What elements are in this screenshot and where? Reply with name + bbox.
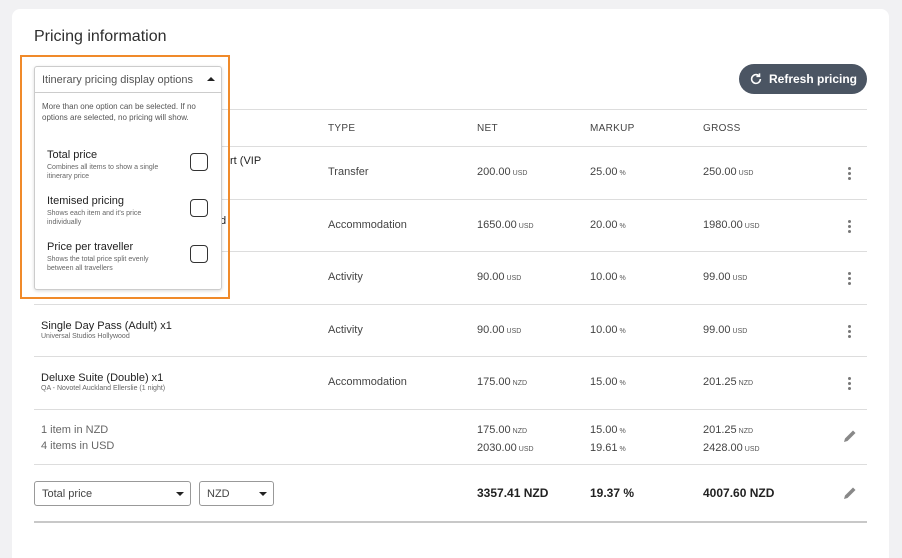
column-type: TYPE — [328, 123, 356, 134]
row-markup: 20.00% — [590, 219, 626, 231]
column-markup: MARKUP — [590, 123, 635, 134]
summary-counts: 1 item in NZD 4 items in USD — [41, 424, 115, 452]
refresh-pricing-label: Refresh pricing — [768, 72, 858, 86]
row-type: Activity — [328, 271, 363, 283]
row-name: Deluxe Suite (Double) x1 — [41, 372, 164, 384]
more-options-icon[interactable] — [848, 167, 852, 182]
refresh-icon — [750, 73, 762, 85]
pricing-display-select[interactable]: Total price — [34, 481, 191, 506]
row-type: Transfer — [328, 166, 369, 178]
row-gross: 99.00 USD — [703, 324, 748, 336]
summary-gross: 201.25 NZD 2428.00 USD — [703, 424, 760, 454]
total-markup: 19.37 % — [590, 486, 635, 500]
row-product: Deluxe Suite (Double) x1 QA - Novotel Au… — [41, 372, 165, 392]
edit-pencil-icon[interactable] — [842, 428, 858, 444]
chevron-down-icon — [259, 492, 267, 496]
row-product: Single Day Pass (Adult) x1 Universal Stu… — [41, 320, 172, 340]
edit-pencil-icon[interactable] — [842, 485, 858, 501]
row-net: 1650.00 USD — [477, 219, 534, 231]
row-markup: 25.00% — [590, 166, 626, 178]
row-net: 90.00 USD — [477, 324, 522, 336]
row-gross: 1980.00 USD — [703, 219, 760, 231]
row-type: Accommodation — [328, 219, 407, 231]
more-options-icon[interactable] — [848, 220, 852, 235]
row-gross: 201.25 NZD — [703, 376, 754, 388]
row-supplier: Universal Studios Hollywood — [41, 333, 130, 340]
row-net: 90.00 USD — [477, 271, 522, 283]
more-options-icon[interactable] — [848, 272, 852, 287]
row-gross: 250.00 USD — [703, 166, 754, 178]
refresh-pricing-button[interactable]: Refresh pricing — [739, 64, 867, 94]
total-gross: 4007.60 NZD — [703, 486, 775, 500]
row-name: rt (VIP — [230, 155, 262, 167]
row-name: Single Day Pass (Adult) x1 — [41, 320, 172, 332]
more-options-icon[interactable] — [848, 377, 852, 392]
row-markup: 15.00% — [590, 376, 626, 388]
summary-net: 175.00 NZD 2030.00 USD — [477, 424, 534, 454]
column-net: NET — [477, 123, 498, 134]
row-gross: 99.00 USD — [703, 271, 748, 283]
row-type: Activity — [328, 324, 363, 336]
column-gross: GROSS — [703, 123, 741, 134]
focus-highlight — [20, 55, 230, 299]
row-net: 175.00 NZD — [477, 376, 528, 388]
row-type: Accommodation — [328, 376, 407, 388]
divider — [34, 521, 867, 523]
summary-row: 1 item in NZD 4 items in USD 175.00 NZD 2… — [34, 410, 867, 465]
table-row: Deluxe Suite (Double) x1 QA - Novotel Au… — [34, 357, 867, 410]
page-title: Pricing information — [34, 28, 167, 45]
total-net: 3357.41 NZD — [477, 486, 549, 500]
row-markup: 10.00% — [590, 324, 626, 336]
more-options-icon[interactable] — [848, 325, 852, 340]
table-row: Single Day Pass (Adult) x1 Universal Stu… — [34, 305, 867, 357]
row-supplier: QA - Novotel Auckland Ellerslie (1 night… — [41, 385, 166, 392]
row-net: 200.00 USD — [477, 166, 528, 178]
currency-select[interactable]: NZD — [199, 481, 274, 506]
summary-markup: 15.00% 19.61% — [590, 424, 626, 454]
row-markup: 10.00% — [590, 271, 626, 283]
chevron-down-icon — [176, 492, 184, 496]
